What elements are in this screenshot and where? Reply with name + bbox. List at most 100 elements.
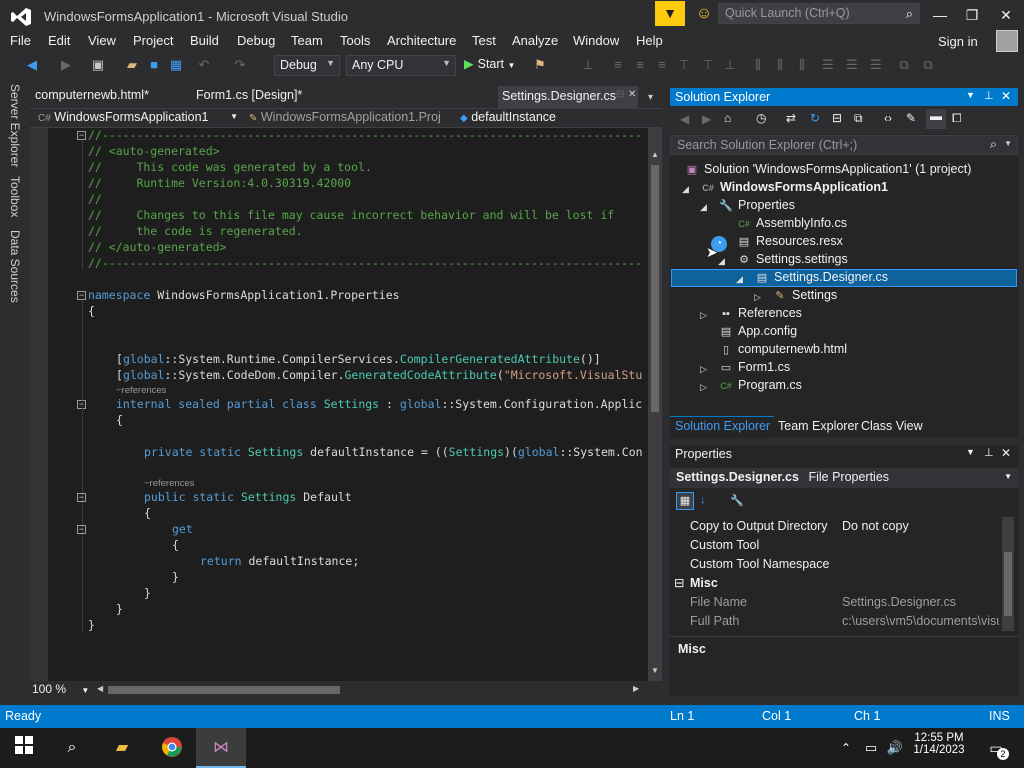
menu-tools[interactable]: Tools xyxy=(340,33,370,48)
collapsed-arrow-icon[interactable]: ▷ xyxy=(700,310,707,321)
menu-project[interactable]: Project xyxy=(133,33,173,48)
class-dropdown[interactable]: ✎ WindowsFormsApplication1.Proj xyxy=(245,109,451,127)
send-back-icon[interactable]: ⧉ xyxy=(920,57,936,73)
property-row-custom-tool[interactable]: Custom Tool xyxy=(671,536,999,555)
scrollbar-thumb[interactable] xyxy=(108,686,340,694)
property-value[interactable]: Do not copy xyxy=(842,519,999,533)
preview-selected-icon[interactable]: ▬ xyxy=(926,109,946,129)
back-icon[interactable]: ◀ xyxy=(680,112,689,126)
feedback-smiley-icon[interactable]: ☺ xyxy=(694,4,714,24)
tree-item-properties[interactable]: 🔧 Properties xyxy=(718,198,795,212)
scroll-right-icon[interactable]: ▶ xyxy=(633,684,639,693)
show-hidden-icons[interactable]: ⌃ xyxy=(838,736,854,760)
align-left-icon[interactable]: ≡ xyxy=(610,57,626,73)
network-icon[interactable]: ▭ xyxy=(862,736,880,760)
tree-item-settings-designer[interactable]: ▤ Settings.Designer.cs xyxy=(754,270,888,284)
align-center-icon[interactable]: ≡ xyxy=(632,57,648,73)
forward-icon[interactable]: ▶ xyxy=(58,57,74,73)
file-explorer-icon[interactable]: ▰ xyxy=(110,736,134,760)
property-row-file-name[interactable]: File Name Settings.Designer.cs xyxy=(671,593,999,612)
browser-link-icon[interactable]: ⚑ xyxy=(532,57,548,73)
align-icon[interactable]: ⊥ xyxy=(580,57,596,73)
search-icon[interactable]: ⌕ xyxy=(60,736,84,760)
menu-file[interactable]: File xyxy=(10,33,31,48)
expand-arrow-icon[interactable]: ◢ xyxy=(700,202,707,213)
tree-item-form1[interactable]: ▭ Form1.cs xyxy=(718,360,790,374)
alphabetical-icon[interactable]: ↓ xyxy=(700,494,706,506)
save-all-icon[interactable]: ▦ xyxy=(168,57,184,73)
clock[interactable]: 12:55 PM 1/14/2023 xyxy=(912,732,966,756)
chrome-icon[interactable] xyxy=(160,736,184,760)
collapse-all-icon[interactable]: ⊟ xyxy=(832,111,842,125)
scroll-left-icon[interactable]: ◀ xyxy=(97,684,103,693)
tab-toolbox[interactable]: Toolbox xyxy=(8,176,22,217)
menu-help[interactable]: Help xyxy=(636,33,663,48)
zoom-select[interactable]: 100 % ▼ xyxy=(32,682,89,696)
quick-launch-input[interactable]: Quick Launch (Ctrl+Q) ⌕ xyxy=(718,3,920,24)
scrollbar-thumb[interactable] xyxy=(651,165,659,412)
view-code-icon[interactable]: ‹› xyxy=(884,111,892,125)
scroll-up-icon[interactable]: ▲ xyxy=(651,150,659,159)
forward-icon[interactable]: ▶ xyxy=(702,112,711,126)
align-top-icon[interactable]: ⊤ xyxy=(676,57,692,73)
property-row-full-path[interactable]: Full Path c:\users\vm5\documents\visu xyxy=(671,612,999,631)
undo-icon[interactable]: ↶ xyxy=(196,57,212,73)
volume-icon[interactable]: 🔊 xyxy=(886,736,904,760)
menu-build[interactable]: Build xyxy=(190,33,219,48)
sync-icon[interactable]: ⇄ xyxy=(786,111,796,125)
menu-architecture[interactable]: Architecture xyxy=(387,33,456,48)
tab-team-explorer[interactable]: Team Explorer xyxy=(778,419,859,433)
properties-icon[interactable]: ✎ xyxy=(906,111,916,125)
tab-server-explorer[interactable]: Server Explorer xyxy=(8,84,22,167)
properties-object-select[interactable]: Settings.Designer.cs File Properties ▼ xyxy=(670,468,1018,488)
feedback-filter-icon[interactable]: ▼ xyxy=(655,1,685,26)
align-right-icon[interactable]: ≡ xyxy=(654,57,670,73)
minimize-button[interactable]: — xyxy=(930,5,950,25)
close-button[interactable]: ✕ xyxy=(996,5,1016,25)
codelens-references[interactable]: −references xyxy=(144,478,194,489)
refresh-icon[interactable]: ↻ xyxy=(810,111,820,125)
scroll-down-icon[interactable]: ▼ xyxy=(651,666,659,675)
show-all-files-icon[interactable]: ⧉ xyxy=(854,111,863,126)
property-category-misc[interactable]: ⊟ Misc xyxy=(671,574,999,593)
vspacing-increase-icon[interactable]: ☰ xyxy=(844,57,860,73)
codelens-references[interactable]: −references xyxy=(116,385,166,396)
class-diagram-icon[interactable]: ⧠ xyxy=(952,111,962,126)
tab-computernewb-html[interactable]: computernewb.html* xyxy=(35,88,149,102)
close-icon[interactable]: ✕ xyxy=(1001,89,1011,103)
property-row-copy-to-output[interactable]: Copy to Output Directory Do not copy xyxy=(671,517,999,536)
history-icon[interactable]: ◷ xyxy=(756,111,766,125)
chevron-down-icon[interactable]: ▼ xyxy=(966,447,975,457)
tree-item-assemblyinfo[interactable]: C# AssemblyInfo.cs xyxy=(736,216,847,230)
solution-explorer-search-input[interactable]: Search Solution Explorer (Ctrl+;) ⌕ ▼ xyxy=(670,135,1018,155)
tab-form1-design[interactable]: Form1.cs [Design]* xyxy=(196,88,302,102)
collapsed-arrow-icon[interactable]: ▷ xyxy=(754,292,761,303)
maximize-button[interactable]: ❐ xyxy=(962,5,982,25)
property-row-custom-tool-namespace[interactable]: Custom Tool Namespace xyxy=(671,555,999,574)
expand-arrow-icon[interactable]: ◢ xyxy=(682,184,689,195)
expand-arrow-icon[interactable]: ◢ xyxy=(718,256,725,267)
menu-test[interactable]: Test xyxy=(472,33,496,48)
tab-solution-explorer-label[interactable]: Solution Explorer xyxy=(675,419,770,433)
tree-item-settings-settings[interactable]: ⚙ Settings.settings xyxy=(736,252,848,266)
menu-view[interactable]: View xyxy=(88,33,116,48)
tab-data-sources[interactable]: Data Sources xyxy=(8,230,22,303)
chevron-down-icon[interactable]: ▼ xyxy=(966,90,975,100)
collapse-icon[interactable]: ⊟ xyxy=(674,575,684,590)
tab-class-view[interactable]: Class View xyxy=(861,419,923,433)
property-value[interactable]: c:\users\vm5\documents\visu xyxy=(842,614,999,628)
property-value[interactable]: Settings.Designer.cs xyxy=(842,595,999,609)
pin-icon[interactable]: ⊥ xyxy=(984,446,994,459)
windows-start-icon[interactable] xyxy=(12,736,36,760)
solution-configuration-select[interactable]: Debug ▼ xyxy=(274,55,340,76)
menu-team[interactable]: Team xyxy=(291,33,323,48)
menu-debug[interactable]: Debug xyxy=(237,33,275,48)
solution-platform-select[interactable]: Any CPU ▼ xyxy=(346,55,456,76)
spacing-icon[interactable]: ⫼ xyxy=(750,57,766,73)
open-file-icon[interactable]: ▰ xyxy=(124,57,140,73)
spacing-increase-icon[interactable]: ⫼ xyxy=(772,57,788,73)
align-bottom-icon[interactable]: ⊥ xyxy=(722,57,738,73)
align-middle-icon[interactable]: ⊤ xyxy=(700,57,716,73)
project-dropdown[interactable]: C# WindowsFormsApplication1 ▼ xyxy=(34,109,240,127)
menu-analyze[interactable]: Analyze xyxy=(512,33,558,48)
